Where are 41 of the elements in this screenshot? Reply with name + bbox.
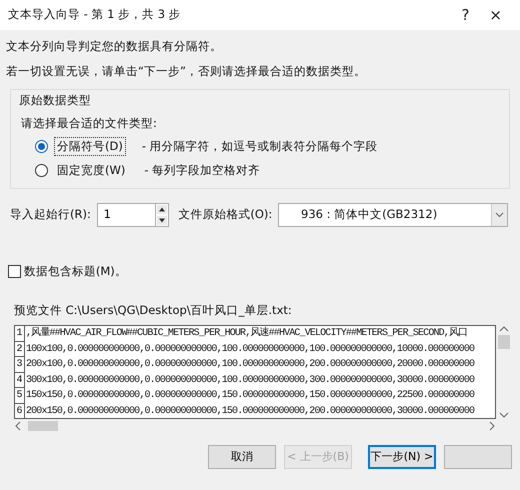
preview-line: ,风量##HVAC_AIR_FLOW##CUBIC_METERS_PER_HOUR,风速##HVAC_VELOCITY##METERS_PER_SECOND,风口 [25,326,468,342]
window-title: 文本导入向导 - 第 1 步，共 3 步 [8,6,182,24]
scrollbar-thumb[interactable] [28,421,58,431]
field-label: 导入起始行(R): [10,206,91,223]
checkbox[interactable] [8,264,21,278]
scrollbar-thumb[interactable] [498,335,510,349]
scroll-right-icon[interactable] [488,421,496,431]
preview-line: 200x100,0.000000000000,0.000000000000,100.000000000000,200.000000000000,20000.000000000 [25,358,474,372]
radio-label[interactable]: 分隔符号(D) [54,137,126,156]
preview-line: 150x150,0.000000000000,0.000000000000,150.000000000000,150.000000000000,22500.000000000 [25,389,474,404]
line-number: 1 [15,326,25,342]
scroll-left-icon[interactable] [14,421,22,431]
dialog-button[interactable]: 下一步(N) > [368,445,436,469]
line-number: 5 [15,388,25,404]
line-number: 6 [15,404,25,418]
option-description: - 每列字段加空格对齐 [144,162,260,180]
radio-button[interactable] [35,140,48,154]
group-label: 原始数据类型 [19,92,91,108]
start-row-field[interactable]: 1 [96,202,155,226]
preview-line: 100x100,0.000000000000,0.000000000000,100.000000000000,100.000000000000,10000.000000000 [25,342,474,357]
scroll-down-icon[interactable] [499,411,509,419]
radio-label[interactable]: 固定宽度(W) [54,161,128,180]
prompt-text: 请选择最合适的文件类型: [21,114,158,132]
line-number: 2 [15,342,25,357]
preview-label: 预览文件 C:\Users\QG\Desktop\百叶风口_单层.txt: [14,302,293,319]
radio-button[interactable] [35,164,48,178]
line-number: 3 [15,357,25,372]
scroll-up-icon[interactable] [499,325,509,333]
caret-icon [495,212,504,218]
preview-line: 200x150,0.000000000000,0.000000000000,150.000000000000,200.000000000000,30000.000000000 [25,404,474,418]
preview-line: 300x100,0.000000000000,0.000000000000,100.000000000000,300.000000000000,30000.000000000 [25,374,474,388]
dialog-button[interactable]: 取消 [208,445,276,469]
help-button[interactable]: ? [451,4,480,26]
checkbox-label[interactable]: 数据包含标题(M)。 [24,262,127,280]
instruction-text: 文本分列向导判定您的数据具有分隔符。 [6,38,223,55]
field-label: 文件原始格式(O): [178,206,272,223]
close-button[interactable]: × [479,4,512,26]
instruction-text: 若一切设置无误，请单击“下一步”，否则请选择最合适的数据类型。 [6,63,367,80]
file-origin-dropdown[interactable]: 936 : 简体中文(GB2312) [278,202,508,226]
line-number: 4 [15,372,25,388]
option-description: - 用分隔字符，如逗号或制表符分隔每个字段 [142,138,378,155]
